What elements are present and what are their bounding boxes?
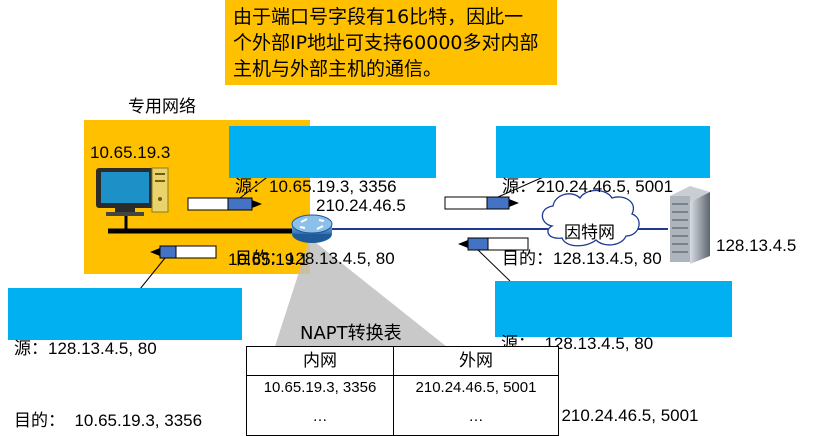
packet-lan-in — [150, 245, 217, 259]
note-line-3: 主机与外部主机的通信。 — [233, 58, 443, 80]
lan-incoming-destination: 目的： 10.65.19.3, 3356 — [14, 411, 203, 430]
lan-incoming-header-box: 源：128.13.4.5, 80 目的： 10.65.19.3, 3356 — [8, 288, 242, 430]
table-cell: 10.65.19.3, 3356 — [263, 379, 377, 396]
wan-incoming-header-box: 源： 128.13.4.5, 80 目的： 210.24.46.5, 5001 — [495, 281, 732, 425]
napt-explanation-note: 由于端口号字段有16比特，因此一 个外部IP地址可支持60000多对内部 主机与… — [225, 0, 557, 85]
napt-table: 内网 外网 10.65.19.3, 3356 … 210.24.46.5, 50… — [246, 346, 559, 436]
lan-outgoing-destination: 目的：128.13.4.5, 80 — [235, 249, 395, 268]
lan-outgoing-source: 源：10.65.19.3, 3356 — [235, 177, 397, 196]
lan-incoming-source: 源：128.13.4.5, 80 — [14, 339, 157, 358]
napt-table-body: 10.65.19.3, 3356 … 210.24.46.5, 5001 … — [247, 375, 558, 435]
napt-diagram: 由于端口号字段有16比特，因此一 个外部IP地址可支持60000多对内部 主机与… — [0, 0, 832, 436]
wan-outgoing-header-box: 源：210.24.46.5, 5001 目的：128.13.4.5, 80 — [496, 126, 710, 268]
note-line-2: 个外部IP地址可支持60000多对内部 — [233, 32, 539, 54]
lan-outgoing-header-box: 源：10.65.19.3, 3356 目的：128.13.4.5, 80 — [229, 126, 436, 268]
note-line-1: 由于端口号字段有16比特，因此一 — [233, 6, 524, 28]
private-network-label: 专用网络 — [128, 97, 196, 117]
napt-table-title: NAPT转换表 — [300, 323, 402, 344]
table-cell: … — [312, 408, 328, 425]
table-cell: … — [468, 408, 484, 425]
wan-outgoing-destination: 目的：128.13.4.5, 80 — [502, 249, 662, 268]
internal-host-ip-label: 10.65.19.3 — [90, 143, 171, 162]
table-cell: 210.24.46.5, 5001 — [415, 379, 537, 396]
napt-table-external-column: 210.24.46.5, 5001 … — [394, 375, 558, 435]
server-ip-label: 128.13.4.5 — [716, 236, 797, 255]
wan-outgoing-source: 源：210.24.46.5, 5001 — [502, 177, 674, 196]
pc-icon — [96, 167, 169, 216]
napt-table-header-row: 内网 外网 — [247, 347, 558, 376]
callout-lan-in-line — [139, 257, 166, 290]
napt-table-header-internal: 内网 — [247, 347, 394, 375]
napt-table-internal-column: 10.65.19.3, 3356 … — [247, 375, 394, 435]
napt-table-header-external: 外网 — [459, 351, 493, 371]
